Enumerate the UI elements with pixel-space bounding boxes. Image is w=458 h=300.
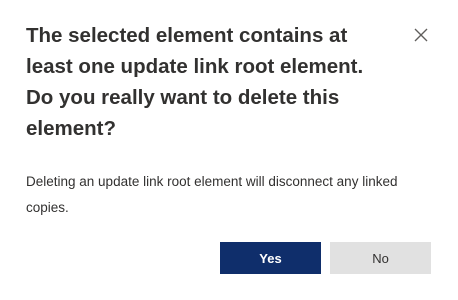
yes-button[interactable]: Yes	[220, 242, 321, 274]
confirm-delete-dialog: The selected element contains at least o…	[0, 0, 458, 300]
dialog-title: The selected element contains at least o…	[26, 24, 364, 140]
close-icon	[414, 28, 428, 42]
close-button[interactable]	[410, 24, 432, 46]
no-button[interactable]: No	[330, 242, 431, 274]
dialog-message: Deleting an update link root element wil…	[26, 174, 398, 215]
